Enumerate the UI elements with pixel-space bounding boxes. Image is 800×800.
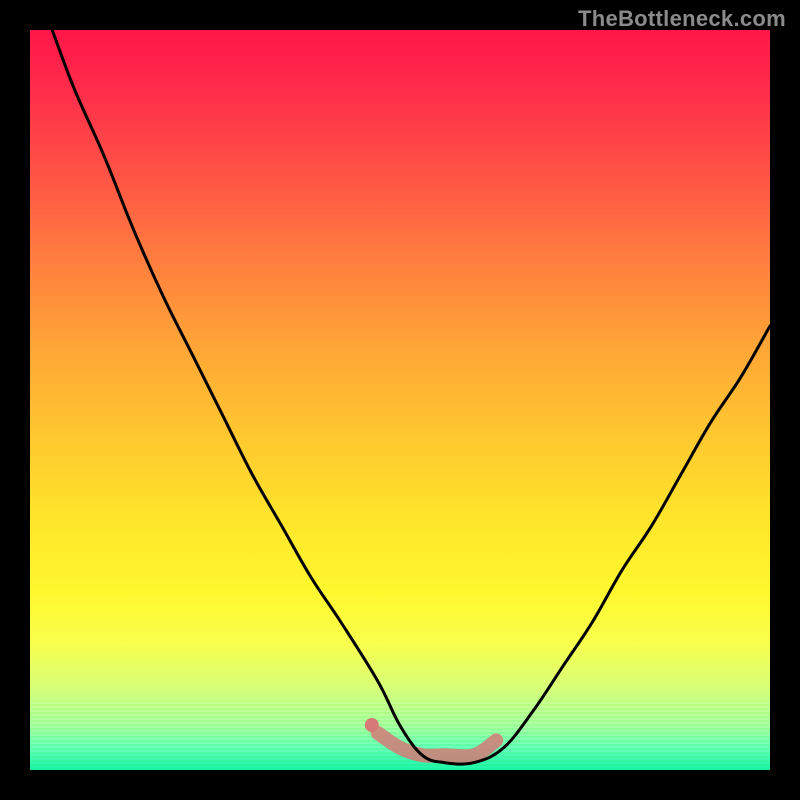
chart-svg bbox=[30, 30, 770, 770]
watermark-text: TheBottleneck.com bbox=[578, 6, 786, 32]
chart-frame bbox=[30, 30, 770, 770]
fuzzy-start-dot bbox=[365, 718, 379, 732]
fuzzy-curve bbox=[378, 733, 496, 756]
bottleneck-curve bbox=[52, 30, 770, 764]
